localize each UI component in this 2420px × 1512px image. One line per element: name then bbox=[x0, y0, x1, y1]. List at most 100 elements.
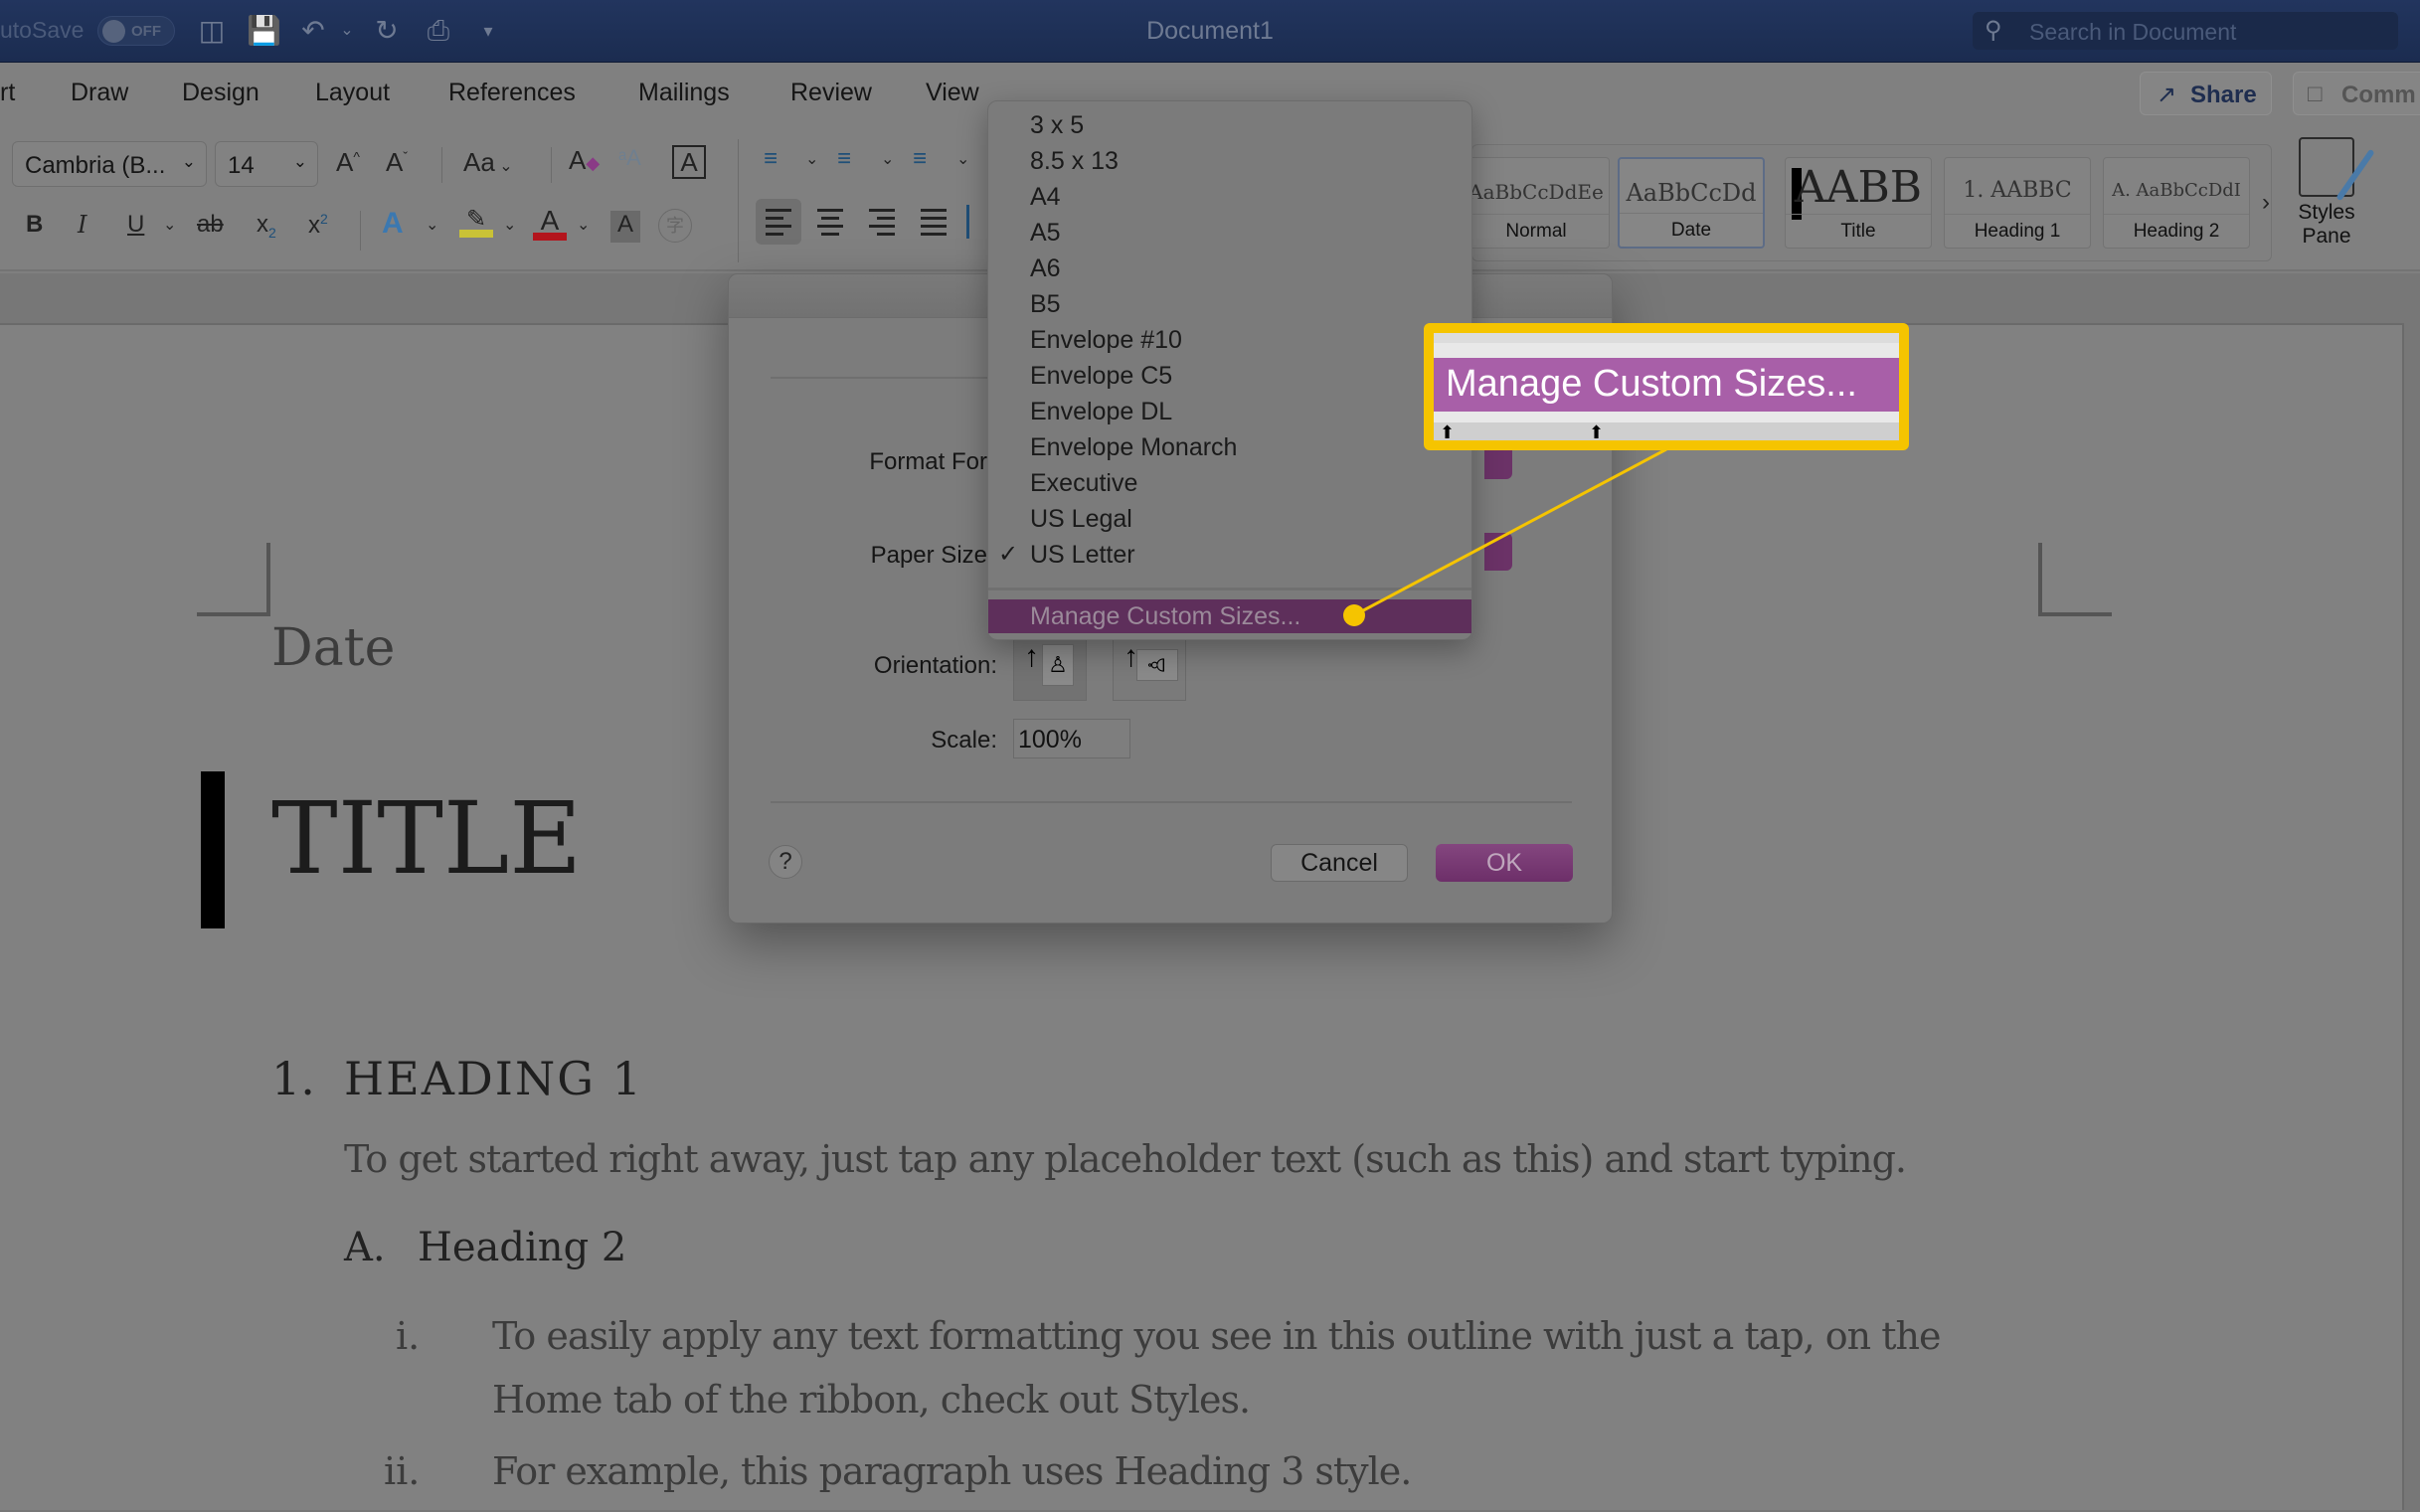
help-button[interactable]: ? bbox=[769, 845, 802, 879]
style-preview: 1. AABBC bbox=[1963, 178, 2072, 203]
callout-highlight: Manage Custom Sizes... bbox=[1434, 358, 1899, 412]
menu-item-a5[interactable]: A5 bbox=[988, 215, 1471, 251]
tab-insert[interactable]: rt bbox=[0, 79, 15, 107]
align-center-button[interactable] bbox=[807, 199, 853, 245]
shrink-font-icon[interactable]: Aˇ bbox=[386, 147, 408, 178]
align-left-button[interactable] bbox=[756, 199, 801, 245]
menu-item-a4[interactable]: A4 bbox=[988, 179, 1471, 215]
date-text[interactable]: Date bbox=[271, 618, 395, 678]
autosave-label: utoSave bbox=[0, 17, 85, 43]
chevron-down-icon[interactable]: ⌄ bbox=[881, 149, 894, 169]
autosave-toggle[interactable]: OFF bbox=[97, 16, 175, 46]
scale-input[interactable]: 100% bbox=[1013, 719, 1130, 758]
italic-button[interactable]: I bbox=[78, 211, 86, 239]
list-item-text-continued[interactable]: Home tab of the ribbon, check out Styles… bbox=[492, 1378, 1251, 1422]
save-icon[interactable]: 💾 bbox=[247, 14, 281, 48]
bullets-icon[interactable]: ≡ bbox=[764, 145, 778, 173]
style-name: Title bbox=[1786, 214, 1931, 248]
menu-item-3x5[interactable]: 3 x 5 bbox=[988, 107, 1471, 143]
text-effects-icon[interactable]: ᵃA bbox=[618, 145, 641, 171]
redo-icon[interactable]: ↻ bbox=[370, 14, 404, 48]
menu-item-envelope-dl[interactable]: Envelope DL bbox=[988, 394, 1471, 429]
tab-view[interactable]: View bbox=[926, 79, 979, 107]
checkmark-icon: ✓ bbox=[998, 541, 1019, 568]
multilevel-list-icon[interactable]: ≡ bbox=[913, 145, 927, 173]
undo-dropdown-icon[interactable]: ⌄ bbox=[330, 14, 364, 48]
chevron-down-icon[interactable]: ⌄ bbox=[956, 149, 969, 169]
heading-1-text[interactable]: HEADING 1 bbox=[344, 1052, 643, 1105]
heading-2-text[interactable]: Heading 2 bbox=[418, 1225, 626, 1270]
menu-item-envelope-monarch[interactable]: Envelope Monarch bbox=[988, 429, 1471, 465]
grow-font-icon[interactable]: A^ bbox=[336, 147, 360, 178]
tab-references[interactable]: References bbox=[448, 79, 576, 107]
align-right-button[interactable] bbox=[859, 199, 905, 245]
strikethrough-button[interactable]: ab bbox=[197, 211, 224, 239]
character-shading-icon[interactable]: A bbox=[610, 211, 640, 243]
list-item-text[interactable]: To easily apply any text formatting you … bbox=[492, 1314, 1941, 1358]
menu-item-label: US Letter bbox=[1030, 541, 1135, 569]
comments-button[interactable]: □ Comm bbox=[2293, 72, 2420, 115]
menu-item-8-5x13[interactable]: 8.5 x 13 bbox=[988, 143, 1471, 179]
menu-item-manage-custom-sizes[interactable]: Manage Custom Sizes... bbox=[988, 599, 1471, 633]
menu-item-executive[interactable]: Executive bbox=[988, 465, 1471, 501]
text-effects-button[interactable]: A bbox=[382, 207, 404, 241]
change-case-button[interactable]: Aa ⌄ bbox=[463, 147, 513, 178]
font-size-dropdown[interactable]: 14 ⌄ bbox=[215, 141, 318, 187]
chevron-down-icon[interactable]: ⌄ bbox=[503, 215, 516, 235]
gallery-next-arrow[interactable]: › bbox=[2262, 189, 2270, 217]
underline-button[interactable]: U bbox=[127, 211, 144, 239]
menu-item-a6[interactable]: A6 bbox=[988, 251, 1471, 286]
numbering-icon[interactable]: ≡ bbox=[837, 145, 851, 173]
menu-item-envelope-c5[interactable]: Envelope C5 bbox=[988, 358, 1471, 394]
enclose-characters-icon[interactable]: 字 bbox=[658, 209, 692, 243]
font-name-dropdown[interactable]: Cambria (B... ⌄ bbox=[12, 141, 207, 187]
highlight-icon[interactable]: ✎ bbox=[459, 205, 493, 238]
chevron-down-icon[interactable]: ⌄ bbox=[805, 149, 818, 169]
chevron-down-icon[interactable]: ⌄ bbox=[163, 215, 176, 235]
share-button[interactable]: ↗ Share bbox=[2140, 72, 2272, 115]
style-date[interactable]: AaBbCcDd Date bbox=[1618, 157, 1765, 249]
chevron-down-icon: ⌄ bbox=[181, 152, 196, 171]
tab-draw[interactable]: Draw bbox=[71, 79, 128, 107]
text-box-icon[interactable]: A bbox=[672, 145, 706, 179]
styles-pane-button[interactable]: Styles Pane bbox=[2292, 137, 2361, 249]
print-icon[interactable]: ⎙ bbox=[422, 14, 455, 48]
landscape-orientation-button[interactable]: ↑ ♙ bbox=[1113, 637, 1186, 701]
bold-button[interactable]: B bbox=[26, 211, 43, 239]
body-paragraph[interactable]: To get started right away, just tap any … bbox=[344, 1137, 1907, 1181]
clear-formatting-icon[interactable]: A◆ bbox=[569, 145, 600, 176]
subscript-button[interactable]: x2 bbox=[257, 211, 276, 241]
menu-item-b5[interactable]: B5 bbox=[988, 286, 1471, 322]
title-border-mark bbox=[201, 771, 225, 928]
list-item-text[interactable]: For example, this paragraph uses Heading… bbox=[492, 1449, 1412, 1493]
undo-icon[interactable]: ↶ bbox=[296, 14, 330, 48]
style-normal[interactable]: AaBbCcDdEe Normal bbox=[1463, 157, 1610, 249]
search-field[interactable]: ⚲ Search in Document bbox=[1973, 12, 2398, 50]
chevron-down-icon[interactable]: ⌄ bbox=[426, 215, 438, 235]
style-title[interactable]: AABB Title bbox=[1785, 157, 1932, 249]
tab-review[interactable]: Review bbox=[790, 79, 872, 107]
ok-button[interactable]: OK bbox=[1436, 844, 1573, 882]
tab-design[interactable]: Design bbox=[182, 79, 259, 107]
menu-item-us-legal[interactable]: US Legal bbox=[988, 501, 1471, 537]
search-placeholder: Search in Document bbox=[2029, 19, 2237, 45]
menu-item-envelope-10[interactable]: Envelope #10 bbox=[988, 322, 1471, 358]
menu-item-us-letter[interactable]: ✓ US Letter bbox=[988, 537, 1471, 573]
justify-button[interactable] bbox=[911, 199, 956, 245]
style-heading-1[interactable]: 1. AABBC Heading 1 bbox=[1944, 157, 2091, 249]
decrease-indent-button[interactable] bbox=[960, 199, 984, 245]
tab-layout[interactable]: Layout bbox=[315, 79, 390, 107]
chevron-down-icon[interactable]: ⌄ bbox=[577, 215, 590, 235]
title-text[interactable]: TITLE bbox=[271, 780, 582, 897]
cancel-button[interactable]: Cancel bbox=[1271, 844, 1408, 882]
font-color-icon[interactable]: A bbox=[533, 205, 567, 241]
callout-text: Manage Custom Sizes... bbox=[1446, 363, 1857, 405]
superscript-button[interactable]: x2 bbox=[308, 211, 328, 240]
portrait-orientation-button[interactable]: ↑ ♙ bbox=[1013, 637, 1087, 701]
paper-size-popup-button[interactable] bbox=[1484, 533, 1512, 571]
customize-toolbar-icon[interactable]: ▾ bbox=[471, 14, 505, 48]
tab-mailings[interactable]: Mailings bbox=[638, 79, 730, 107]
style-heading-2[interactable]: A. AaBbCcDdI Heading 2 bbox=[2103, 157, 2250, 249]
sidebar-icon[interactable]: ◫ bbox=[195, 14, 229, 48]
style-preview: A. AaBbCcDdI bbox=[2112, 180, 2241, 201]
